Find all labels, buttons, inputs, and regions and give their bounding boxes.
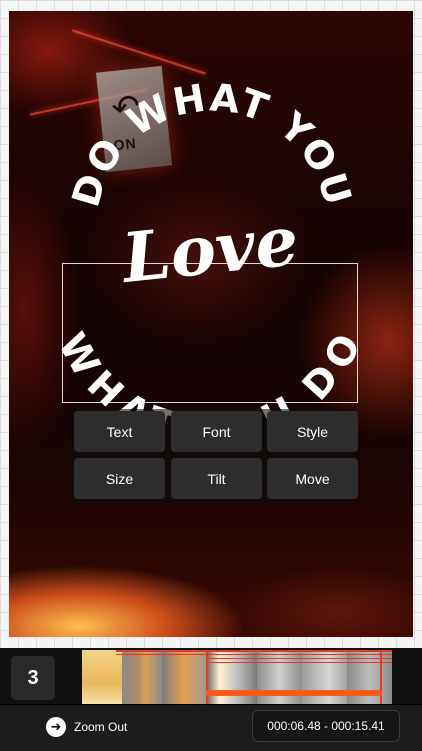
move-button[interactable]: Move xyxy=(267,458,358,499)
clip-thumbnail xyxy=(82,650,122,704)
clip-timeline[interactable] xyxy=(82,650,392,704)
clip-thumbnail xyxy=(122,650,162,704)
arrow-right-circle-icon: ➜ xyxy=(46,717,66,737)
text-track-bar[interactable] xyxy=(206,662,392,663)
font-button[interactable]: Font xyxy=(171,411,262,452)
time-range-display[interactable]: 000:06.48 - 000:15.41 xyxy=(252,710,400,742)
zoom-out-button[interactable]: ➜ Zoom Out xyxy=(46,716,127,738)
tilt-button[interactable]: Tilt xyxy=(171,458,262,499)
zoom-out-label: Zoom Out xyxy=(74,720,128,734)
text-track-bar[interactable] xyxy=(116,650,392,652)
step-number-badge: 3 xyxy=(11,656,55,700)
clip-thumbnail xyxy=(162,650,207,704)
selected-range-bar[interactable] xyxy=(206,690,382,696)
quote-top-arc: DO WHAT YOU xyxy=(63,75,360,211)
style-button[interactable]: Style xyxy=(267,411,358,452)
text-selection-box[interactable] xyxy=(62,263,358,403)
video-canvas[interactable]: ↶ ON DO WHAT YOU Love WHAT YOU DO Text F… xyxy=(9,11,413,637)
text-track-bar[interactable] xyxy=(116,654,392,655)
edit-menu: Text Font Style Size Tilt Move xyxy=(70,409,358,503)
text-button[interactable]: Text xyxy=(74,411,165,452)
text-track-bar[interactable] xyxy=(206,658,392,659)
size-button[interactable]: Size xyxy=(74,458,165,499)
